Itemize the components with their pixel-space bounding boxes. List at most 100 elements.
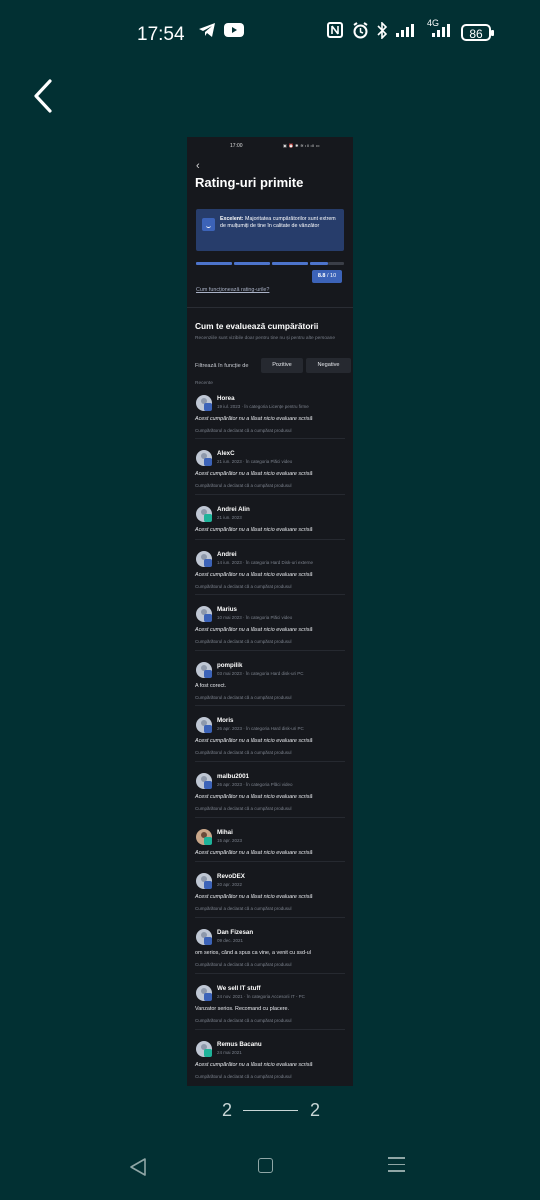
review-separator <box>195 761 345 762</box>
avatar-badge-icon <box>204 514 212 522</box>
review-separator <box>195 861 345 862</box>
review-meta: 26 apr. 2023 · În categoria Hard disk-ur… <box>217 726 304 731</box>
review-note: Cumpărătorul a declarat că a cumpărat pr… <box>195 1018 292 1023</box>
review-comment: Acest cumpărător nu a lăsat nicio evalua… <box>195 471 313 477</box>
banner-label: Excelent: <box>220 216 244 222</box>
review-comment: Acest cumpărător nu a lăsat nicio evalua… <box>195 850 313 856</box>
reviewer-name: Andrei <box>217 551 237 558</box>
review-separator <box>195 1029 345 1030</box>
how-ratings-work-link[interactable]: Cum funcționează rating-urile? <box>196 287 269 293</box>
nav-back-icon[interactable] <box>128 1157 148 1182</box>
review-meta: 26 apr. 2023 · În categoria Plăci video <box>217 782 293 787</box>
pager-total: 2 <box>310 1100 321 1120</box>
rating-bar-empty <box>328 262 344 265</box>
avatar-badge-icon <box>204 614 212 622</box>
signal-icon <box>432 22 454 43</box>
signal-icon <box>396 22 418 43</box>
review-note: Cumpărătorul a declarat că a cumpărat pr… <box>195 906 292 911</box>
review-note: Cumpărătorul a declarat că a cumpărat pr… <box>195 483 292 488</box>
youtube-icon <box>224 22 244 43</box>
reviewer-name: AlexC <box>217 450 235 457</box>
recent-apps-icon[interactable] <box>388 1157 405 1175</box>
review-meta: 21 iun. 2023 · În categoria Plăci video <box>217 459 293 464</box>
avatar-badge-icon <box>204 781 212 789</box>
review-comment: Acest cumpărător nu a lăsat nicio evalua… <box>195 416 313 422</box>
review-separator <box>195 917 345 918</box>
reviewer-name: Moris <box>217 717 234 724</box>
review-separator <box>195 539 345 540</box>
reviewer-name: malbu2001 <box>217 773 249 780</box>
review-comment: Acest cumpărător nu a lăsat nicio evalua… <box>195 794 313 800</box>
reviewer-name: RevoDEX <box>217 873 245 880</box>
screenshot-preview[interactable]: 17:00 ▣ ⏰ ✱ ≋ ıll ıll ▭ ‹ Rating-uri pri… <box>187 137 353 1086</box>
avatar-badge-icon <box>204 881 212 889</box>
review-meta: 09 dec. 2021 <box>217 938 244 943</box>
review-meta: 24 mai 2021 <box>217 1050 242 1055</box>
rating-max: / 10 <box>327 273 337 279</box>
review-note: Cumpărătorul a declarat că a cumpărat pr… <box>195 584 292 589</box>
reviewer-name: Dan Fizesan <box>217 929 254 936</box>
review-note: Cumpărătorul a declarat că a cumpărat pr… <box>195 695 292 700</box>
preview-status-bar: 17:00 ▣ ⏰ ✱ ≋ ıll ıll ▭ <box>187 137 353 157</box>
review-meta: 19 iul. 2023 · În categoria Licențe pent… <box>217 404 309 409</box>
reviewer-name: Andrei Alin <box>217 506 250 513</box>
avatar-badge-icon <box>204 403 212 411</box>
status-bar: 17:54 4G 86 <box>0 0 540 68</box>
review-separator <box>195 650 345 651</box>
review-meta: 15 apr. 2023 <box>217 838 243 843</box>
rating-bar-segment <box>196 262 232 265</box>
review-comment: Acest cumpărător nu a lăsat nicio evalua… <box>195 527 313 533</box>
avatar-badge-icon <box>204 1049 212 1057</box>
review-comment: Acest cumpărător nu a lăsat nicio evalua… <box>195 738 313 744</box>
review-meta: 21 iun. 2023 <box>217 515 242 520</box>
review-note: Cumpărătorul a declarat că a cumpărat pr… <box>195 639 292 644</box>
review-separator <box>195 594 345 595</box>
review-comment: Acest cumpărător nu a lăsat nicio evalua… <box>195 1062 313 1068</box>
review-comment: Acest cumpărător nu a lăsat nicio evalua… <box>195 894 313 900</box>
avatar-badge-icon <box>204 559 212 567</box>
review-meta: 14 iun. 2023 · În categoria Hard Disk-ur… <box>217 560 314 565</box>
review-separator <box>195 973 345 974</box>
review-separator <box>195 817 345 818</box>
telegram-icon <box>198 22 216 43</box>
review-meta: 24 nov. 2021 · În categoria Accesorii IT… <box>217 994 305 999</box>
status-time: 17:54 <box>137 24 185 45</box>
review-meta: 10 mai 2023 · În categoria Plăci video <box>217 615 293 620</box>
review-comment: Acest cumpărător nu a lăsat nicio evalua… <box>195 572 313 578</box>
pager-current: 2 <box>222 1100 233 1120</box>
back-arrow-icon[interactable] <box>30 78 60 114</box>
review-separator <box>195 494 345 495</box>
avatar-badge-icon <box>204 837 212 845</box>
preview-status-icons: ▣ ⏰ ✱ ≋ ıll ıll ▭ <box>283 143 320 148</box>
preview-status-time: 17:00 <box>230 143 243 149</box>
rating-bar-segment <box>234 262 270 265</box>
home-icon[interactable] <box>258 1158 273 1173</box>
nfc-icon <box>327 22 343 43</box>
rating-bar-segment <box>310 262 328 265</box>
bluetooth-icon <box>376 21 388 44</box>
avatar-badge-icon <box>204 458 212 466</box>
filter-negative-button[interactable]: Negative <box>306 358 351 373</box>
page-title: Rating-uri primite <box>195 175 304 190</box>
filter-label: Filtrează în funcție de <box>195 363 249 369</box>
recent-label: Recente <box>195 381 213 386</box>
review-comment: Vanzator serios. Recomand cu placere. <box>195 1006 289 1012</box>
review-meta: 20 apr. 2022 <box>217 882 243 887</box>
rating-score-badge: 8.8 / 10 <box>312 270 342 283</box>
preview-back-icon[interactable]: ‹ <box>196 161 200 172</box>
review-note: Cumpărătorul a declarat că a cumpărat pr… <box>195 750 292 755</box>
avatar-badge-icon <box>204 670 212 678</box>
filter-positive-button[interactable]: Pozitive <box>261 358 303 373</box>
review-note: Cumpărătorul a declarat că a cumpărat pr… <box>195 428 292 433</box>
review-comment: Acest cumpărător nu a lăsat nicio evalua… <box>195 627 313 633</box>
section-subtitle: Recenziile sunt vizibile doar pentru tin… <box>195 336 335 341</box>
reviewer-name: We sell IT stuff <box>217 985 261 992</box>
review-comment: om serios, când a spus ca vine, a venit … <box>195 950 311 956</box>
alarm-icon <box>352 22 369 44</box>
rating-banner: Excelent: Majoritatea cumpărătorilor sun… <box>196 209 344 251</box>
banner-text: Excelent: Majoritatea cumpărătorilor sun… <box>220 216 342 231</box>
review-note: Cumpărătorul a declarat că a cumpărat pr… <box>195 962 292 967</box>
rating-score: 8.8 <box>317 273 326 279</box>
rating-bar-segment <box>272 262 308 265</box>
smile-icon <box>202 218 215 231</box>
